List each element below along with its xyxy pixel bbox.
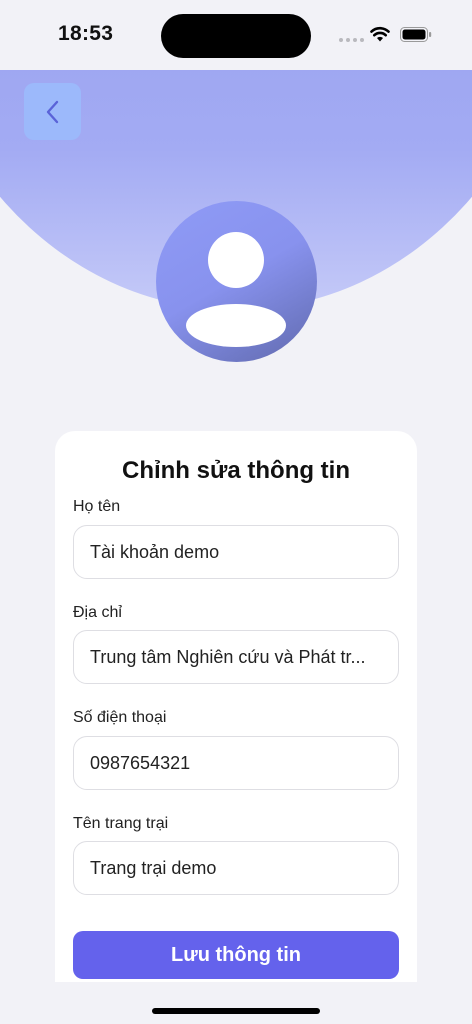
home-indicator[interactable] xyxy=(152,1008,320,1014)
back-button[interactable] xyxy=(24,83,81,140)
address-input[interactable] xyxy=(73,630,399,684)
save-info-button[interactable]: Lưu thông tin xyxy=(73,931,399,979)
chevron-left-icon xyxy=(46,100,58,123)
user-avatar-icon xyxy=(156,201,317,362)
full-name-input[interactable] xyxy=(73,525,399,579)
farm-name-input[interactable] xyxy=(73,841,399,895)
signal-dots-icon xyxy=(339,38,364,42)
full-name-label: Họ tên xyxy=(73,498,121,515)
wifi-icon xyxy=(370,27,390,42)
form-title: Chỉnh sửa thông tin xyxy=(121,457,350,484)
address-label: Địa chỉ xyxy=(73,604,122,621)
status-bar: 18:53 xyxy=(0,0,472,70)
status-time: 18:53 xyxy=(58,22,114,45)
phone-label: Số điện thoại xyxy=(73,709,167,726)
farm-name-label: Tên trang trại xyxy=(73,815,169,832)
home-bar-area xyxy=(0,982,472,1024)
phone-input[interactable] xyxy=(73,736,399,790)
dynamic-island xyxy=(161,14,311,58)
edit-profile-card: Chỉnh sửa thông tin Họ tên Địa chỉ Số đi… xyxy=(55,431,417,1024)
avatar-body xyxy=(186,304,286,347)
battery-icon xyxy=(400,27,432,42)
avatar-head xyxy=(208,232,264,288)
edit-profile-screen: 18:53 Chỉnh sửa thông tin Họ tên Địa chỉ… xyxy=(0,0,472,1024)
